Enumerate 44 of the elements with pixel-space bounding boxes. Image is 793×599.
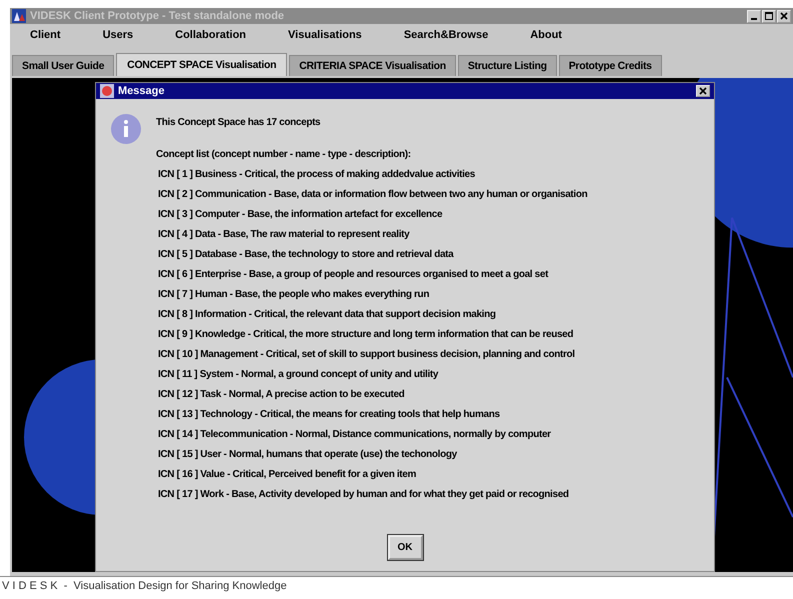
- message-text: This Concept Space has 17 concepts: [156, 116, 322, 130]
- concept-line: ICN [ 3 ] Computer - Base, the information artefact for excellence: [157, 208, 444, 222]
- menu-item[interactable]: Visualisations: [288, 28, 362, 41]
- close-icon: [699, 86, 707, 95]
- concept-line: ICN [ 15 ] User - Normal, humans that operate (use) the techonology: [157, 448, 458, 462]
- menu-item[interactable]: About: [530, 28, 562, 41]
- concept-line: ICN [ 1 ] Business - Critical, the process of making addedvalue activities: [157, 168, 476, 182]
- tab[interactable]: CRITERIA SPACE Visualisation: [289, 54, 456, 76]
- concept-line: ICN [ 7 ] Human - Base, the people who makes everything run: [157, 288, 430, 302]
- ok-button[interactable]: OK: [388, 534, 422, 560]
- list-heading: Concept list (concept number - name - type - description):: [156, 148, 412, 162]
- menu-item[interactable]: Users: [102, 28, 134, 41]
- close-button[interactable]: [696, 84, 710, 97]
- concept-line: ICN [ 12 ] Task - Normal, A precise action to be executed: [157, 388, 406, 402]
- concept-line: ICN [ 8 ] Information - Critical, the relevant data that support decision making: [157, 308, 497, 322]
- concept-line: ICN [ 11 ] System - Normal, a ground concept of unity and utility: [157, 368, 440, 382]
- status-bar: V I D E S K - Visualisation Design for Sharing Knowledge: [0, 576, 793, 599]
- concept-line: ICN [ 6 ] Enterprise - Base, a group of people and resources organised to meet a goal set: [157, 268, 550, 282]
- app-icon: [12, 9, 26, 24]
- menu-item[interactable]: Collaboration: [175, 28, 246, 41]
- tab[interactable]: Small User Guide: [12, 54, 114, 76]
- concept-line: ICN [ 9 ] Knowledge - Critical, the more structure and long term information that can be reused: [157, 328, 574, 342]
- close-button[interactable]: [777, 10, 791, 23]
- message-icon: [100, 84, 114, 98]
- maximize-icon: [765, 12, 773, 20]
- maximize-button[interactable]: [762, 10, 776, 23]
- tab[interactable]: Structure Listing: [458, 54, 557, 76]
- concept-line: ICN [ 5 ] Database - Base, the technology to store and retrieval data: [157, 248, 455, 262]
- menu-item[interactable]: Client: [30, 28, 61, 41]
- concept-line: ICN [ 17 ] Work - Base, Activity developed by human and for what they get paid or recognised: [157, 488, 570, 502]
- minimize-button[interactable]: [747, 10, 761, 23]
- dialog-title: Message: [118, 84, 166, 97]
- window-title: VIDESK Client Prototype - Test standalone mode: [30, 10, 286, 22]
- close-icon: [780, 12, 788, 20]
- concept-line: ICN [ 14 ] Telecommunication - Normal, Distance communications, normally by computer: [157, 428, 552, 442]
- tab[interactable]: Prototype Credits: [558, 54, 662, 76]
- tab[interactable]: CONCEPT SPACE Visualisation: [116, 52, 288, 76]
- concept-line: ICN [ 13 ] Technology - Critical, the means for creating tools that help humans: [157, 408, 501, 422]
- concept-line: ICN [ 4 ] Data - Base, The raw material to represent reality: [157, 228, 410, 242]
- concept-line: ICN [ 16 ] Value - Critical, Perceived benefit for a given item: [157, 468, 418, 482]
- concept-line: ICN [ 10 ] Management - Critical, set of skill to support business decision, planning and control: [157, 348, 576, 362]
- menu-item[interactable]: Search&Browse: [404, 28, 488, 41]
- info-icon: [110, 112, 142, 145]
- concept-line: ICN [ 2 ] Communication - Base, data or information flow between two any human or organisation: [157, 188, 588, 202]
